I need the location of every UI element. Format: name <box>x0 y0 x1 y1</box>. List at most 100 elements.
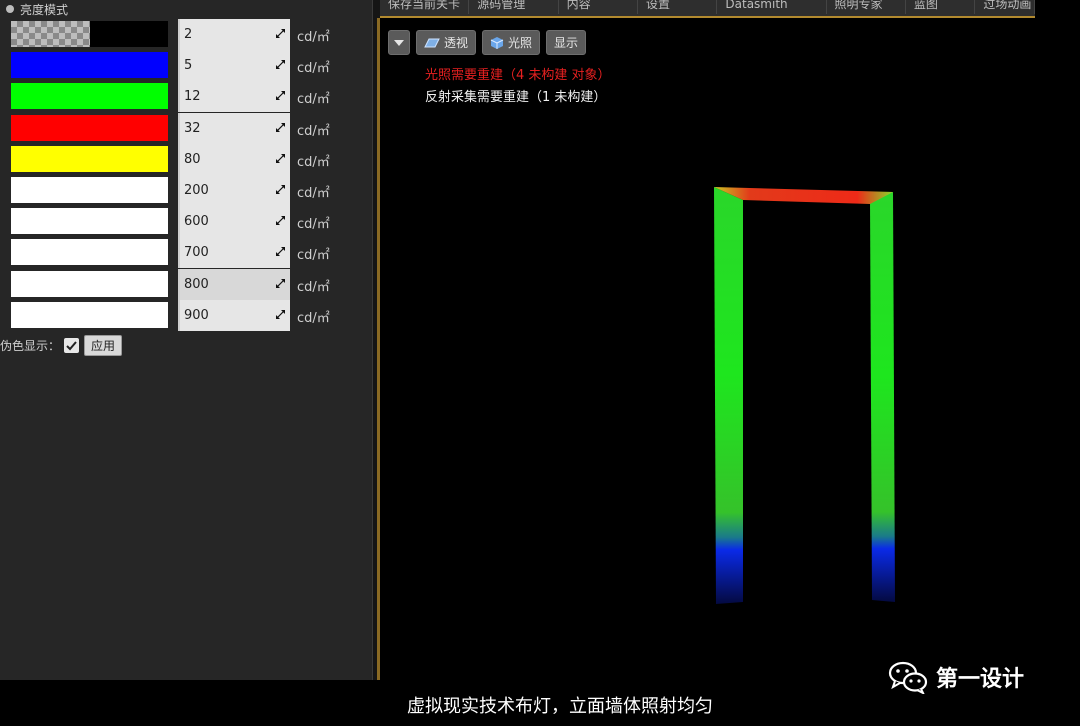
menu-item[interactable]: 过场动画 <box>975 0 1035 14</box>
unit-label: cd/㎡ <box>297 154 330 170</box>
luminance-value-field[interactable]: 32 <box>178 112 290 144</box>
luminance-value: 200 <box>184 183 209 198</box>
luminance-row: 700 cd/㎡ <box>0 237 372 269</box>
luminance-row: 32 cd/㎡ <box>0 112 372 144</box>
viewport-options-button[interactable] <box>388 30 410 55</box>
menu-item[interactable]: 蓝图 <box>906 0 976 14</box>
lighting-mode-button[interactable]: 光照 <box>482 30 541 55</box>
luminance-value-field[interactable]: 900 <box>178 299 290 331</box>
perspective-icon <box>424 38 440 47</box>
luminance-value-field[interactable]: 200 <box>178 175 290 206</box>
expand-arrows-icon[interactable] <box>275 278 286 289</box>
unit-label: cd/㎡ <box>297 279 330 295</box>
lighting-rebuild-warning: 光照需要重建（4 未构建 对象） <box>425 68 611 83</box>
unit-label: cd/㎡ <box>297 310 330 326</box>
mode-header: 亮度模式 <box>0 0 372 18</box>
color-swatch[interactable] <box>11 270 168 297</box>
color-swatch[interactable] <box>11 52 168 79</box>
luminance-value: 12 <box>184 89 201 105</box>
top-toolbar: 保存当前关卡 源码管理 内容 设置 Datasmith 照明专家 蓝图 过场动画 <box>380 0 1035 18</box>
luminance-value: 700 <box>184 245 209 261</box>
menu-item[interactable]: Datasmith <box>717 0 827 14</box>
menu-item[interactable]: 照明专家 <box>827 0 906 14</box>
luminance-row: 800 cd/㎡ <box>0 268 372 300</box>
luminance-row: 900 cd/㎡ <box>0 299 372 331</box>
unit-label: cd/㎡ <box>297 217 330 233</box>
false-color-label: 伪色显示： <box>0 338 61 353</box>
perspective-label: 透视 <box>444 36 469 50</box>
apply-button[interactable]: 应用 <box>84 334 123 356</box>
left-post <box>714 187 743 604</box>
color-swatch[interactable] <box>11 145 168 172</box>
expand-arrows-icon[interactable] <box>275 246 286 257</box>
show-button[interactable]: 显示 <box>546 30 587 55</box>
unit-label: cd/㎡ <box>297 61 330 77</box>
luminance-value-field[interactable]: 2 <box>178 19 290 50</box>
luminance-row: 600 cd/㎡ <box>0 206 372 238</box>
luminance-value-field[interactable]: 80 <box>178 143 290 175</box>
false-color-row: 伪色显示： 应用 <box>0 334 123 356</box>
level-viewport[interactable]: 透视 光照 显示 光照需要重建（4 未构建 对象） 反射采集需要重建（1 未构建… <box>380 22 1035 680</box>
luminance-value-field[interactable]: 12 <box>178 81 290 113</box>
luminance-value-field[interactable]: 700 <box>178 237 290 269</box>
watermark: 第一设计 <box>888 660 1024 694</box>
color-swatch[interactable] <box>11 177 168 203</box>
luminance-value: 80 <box>184 151 201 167</box>
luminance-value-field[interactable]: 800 <box>178 268 290 300</box>
expand-arrows-icon[interactable] <box>275 28 286 39</box>
radio-dot-icon[interactable] <box>6 5 14 13</box>
wechat-icon <box>888 661 928 694</box>
color-swatch[interactable] <box>11 114 168 141</box>
luminance-value-field[interactable]: 600 <box>178 206 290 238</box>
luminance-value: 5 <box>184 58 193 74</box>
menu-item[interactable]: 保存当前关卡 <box>380 0 470 14</box>
luminance-value: 800 <box>184 276 209 292</box>
luminance-value: 32 <box>184 120 201 136</box>
lighting-label: 光照 <box>508 36 533 50</box>
color-swatch[interactable] <box>11 21 168 47</box>
menu-item[interactable]: 源码管理 <box>469 0 559 14</box>
transparency-checker <box>11 21 90 47</box>
lit-cube-icon <box>490 36 504 49</box>
reflection-rebuild-warning: 反射采集需要重建（1 未构建） <box>425 90 607 105</box>
color-swatch[interactable] <box>11 83 168 110</box>
expand-arrows-icon[interactable] <box>275 59 286 70</box>
false-color-checkbox[interactable] <box>64 337 80 353</box>
menu-item[interactable]: 内容 <box>559 0 638 14</box>
unit-label: cd/㎡ <box>297 123 330 139</box>
subtitle-caption: 虚拟现实技术布灯，立面墙体照射均匀 <box>407 696 713 717</box>
show-label: 显示 <box>554 36 579 50</box>
luminance-row: 80 cd/㎡ <box>0 143 372 175</box>
expand-arrows-icon[interactable] <box>275 309 286 320</box>
luminance-row: 5 cd/㎡ <box>0 50 372 82</box>
perspective-button[interactable]: 透视 <box>416 30 477 55</box>
chevron-down-icon <box>394 39 404 46</box>
luminance-value: 900 <box>184 307 209 323</box>
watermark-text: 第一设计 <box>936 667 1025 692</box>
luminance-panel: 亮度模式 2 cd/㎡ 5 cd/㎡ 12 cd/㎡ 32 cd/㎡ 80 cd/㎡ 200 cd/㎡… <box>0 0 372 680</box>
unit-label: cd/㎡ <box>297 92 330 108</box>
color-swatch[interactable] <box>11 208 168 235</box>
unit-label: cd/㎡ <box>297 186 330 201</box>
expand-arrows-icon[interactable] <box>275 184 286 195</box>
luminance-row: 12 cd/㎡ <box>0 81 372 113</box>
luminance-value: 600 <box>184 214 209 230</box>
expand-arrows-icon[interactable] <box>275 90 286 101</box>
expand-arrows-icon[interactable] <box>275 215 286 226</box>
luminance-row: 2 cd/㎡ <box>0 19 372 50</box>
color-swatch[interactable] <box>11 301 168 328</box>
checkmark-icon <box>66 340 77 350</box>
menu-item[interactable]: 设置 <box>638 0 718 14</box>
expand-arrows-icon[interactable] <box>275 153 286 164</box>
viewport-toolbar: 透视 光照 显示 <box>388 30 587 55</box>
mode-label: 亮度模式 <box>20 2 69 17</box>
luminance-value-field[interactable]: 5 <box>178 50 290 82</box>
unit-label: cd/㎡ <box>297 30 330 45</box>
unit-label: cd/㎡ <box>297 248 330 264</box>
color-swatch[interactable] <box>11 239 168 266</box>
expand-arrows-icon[interactable] <box>275 122 286 133</box>
right-post <box>870 192 895 602</box>
door-frame-false-color-render <box>714 187 895 604</box>
luminance-value: 2 <box>184 27 193 42</box>
luminance-row: 200 cd/㎡ <box>0 175 372 206</box>
